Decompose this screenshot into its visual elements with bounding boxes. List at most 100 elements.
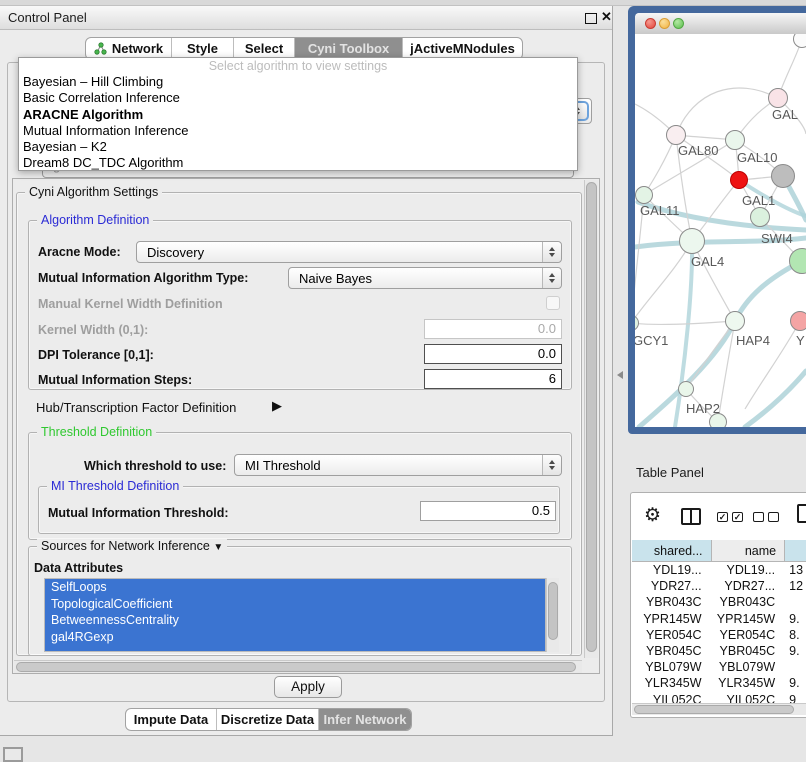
settings-vertical-scrollbar[interactable] xyxy=(584,180,598,658)
data-attribute-item[interactable]: gal4RGexp xyxy=(45,629,545,646)
mi-threshold-definition-title: MI Threshold Definition xyxy=(47,479,183,494)
document-icon[interactable] xyxy=(797,504,806,523)
cyni-bottom-tabs: Impute Data Discretize Data Infer Networ… xyxy=(125,708,412,731)
which-threshold-combo[interactable]: MI Threshold xyxy=(234,454,562,476)
mi-threshold-field[interactable]: 0.5 xyxy=(420,501,556,521)
network-node-gal[interactable] xyxy=(768,88,788,108)
table-row[interactable]: YPR145WYPR145W9. xyxy=(632,611,806,627)
tab-jactivemnodules[interactable]: jActiveMNodules xyxy=(402,38,522,59)
collapse-arrow-icon[interactable]: ▼ xyxy=(213,542,223,553)
aracne-mode-combo[interactable]: Discovery xyxy=(136,241,562,263)
network-node-gal11[interactable] xyxy=(635,186,653,204)
combo-stepper[interactable] xyxy=(542,268,561,288)
data-attribute-item[interactable]: SelfLoops xyxy=(45,579,545,596)
network-node[interactable] xyxy=(793,34,806,48)
network-node-hap4[interactable] xyxy=(725,311,745,331)
settings-horizontal-scrollbar[interactable] xyxy=(14,660,582,673)
table-cell: YBR043C xyxy=(632,594,712,610)
vertical-scrollbar-thumb[interactable] xyxy=(586,182,597,652)
network-node[interactable] xyxy=(709,413,727,427)
manual-kernel-label: Manual Kernel Width Definition xyxy=(38,298,223,311)
data-attribute-item[interactable]: TopologicalCoefficient xyxy=(45,596,545,613)
table-row[interactable]: YDL19...YDL19...13 xyxy=(632,562,806,578)
tab-impute-data[interactable]: Impute Data xyxy=(126,709,216,730)
close-icon[interactable]: ✕ xyxy=(601,10,612,23)
desktop: Control Panel ✕ Network Style Select Cyn… xyxy=(0,0,806,762)
node-label: GAL4 xyxy=(691,255,724,268)
table-cell: YLR345W xyxy=(632,675,712,691)
tab-style[interactable]: Style xyxy=(171,38,233,59)
column-header[interactable] xyxy=(785,540,806,561)
table-horizontal-scrollbar[interactable] xyxy=(632,703,806,715)
control-panel-titlebar[interactable] xyxy=(0,6,612,30)
attributes-list-scrollbar[interactable] xyxy=(546,578,559,652)
expand-arrow-icon[interactable]: ▶ xyxy=(272,398,282,414)
table-cell: YDL19... xyxy=(712,562,786,578)
deselect-all-checkboxes-icon[interactable] xyxy=(753,512,779,522)
network-node-swi4[interactable] xyxy=(750,207,770,227)
network-node-gcy1[interactable] xyxy=(635,315,639,331)
dpi-tolerance-field[interactable]: 0.0 xyxy=(424,344,562,364)
network-view-window[interactable]: GALGAL80GAL10GAL1GAL11SWI4GAL4GCY1HAP4YH… xyxy=(628,6,806,434)
node-table: shared...name YDL19...YDL19...13YDR27...… xyxy=(632,540,806,708)
network-node-gal10[interactable] xyxy=(725,130,745,150)
table-row[interactable]: YLR345WYLR345W9. xyxy=(632,675,806,691)
close-traffic-light-icon[interactable] xyxy=(645,18,656,29)
combo-stepper[interactable] xyxy=(542,242,561,262)
column-header[interactable]: shared... xyxy=(632,540,712,561)
table-row[interactable]: YBL079WYBL079W xyxy=(632,659,806,675)
node-label: Y xyxy=(796,334,805,347)
minimize-traffic-light-icon[interactable] xyxy=(659,18,670,29)
combo-stepper[interactable] xyxy=(542,455,561,475)
tab-network[interactable]: Network xyxy=(86,38,171,59)
network-node[interactable] xyxy=(771,164,795,188)
table-cell: YER054C xyxy=(712,627,786,643)
network-canvas[interactable]: GALGAL80GAL10GAL1GAL11SWI4GAL4GCY1HAP4YH… xyxy=(635,34,806,427)
tab-discretize-data[interactable]: Discretize Data xyxy=(216,709,318,730)
network-node-hap2[interactable] xyxy=(678,381,694,397)
split-columns-icon[interactable] xyxy=(681,508,701,525)
mi-steps-field[interactable]: 6 xyxy=(424,369,562,389)
hub-definition-label[interactable]: Hub/Transcription Factor Definition xyxy=(36,401,236,414)
algorithm-option[interactable]: Dream8 DC_TDC Algorithm xyxy=(19,155,577,171)
panel-collapse-arrow[interactable] xyxy=(617,371,623,379)
horizontal-scrollbar-thumb[interactable] xyxy=(16,662,576,672)
network-node[interactable] xyxy=(789,248,806,274)
algorithm-option[interactable]: ARACNE Algorithm xyxy=(19,107,577,123)
apply-button[interactable]: Apply xyxy=(274,676,342,698)
zoom-traffic-light-icon[interactable] xyxy=(673,18,684,29)
manual-kernel-checkbox[interactable] xyxy=(546,296,560,310)
network-node-gal4[interactable] xyxy=(679,228,705,254)
table-scrollbar-thumb[interactable] xyxy=(634,705,794,714)
network-node-gal1[interactable] xyxy=(730,171,748,189)
algorithm-option[interactable]: Mutual Information Inference xyxy=(19,123,577,139)
tab-select[interactable]: Select xyxy=(233,38,294,59)
algorithm-option[interactable]: Bayesian – K2 xyxy=(19,139,577,155)
which-threshold-label: Which threshold to use: xyxy=(84,460,226,473)
node-label: GAL10 xyxy=(737,151,777,164)
table-row[interactable]: YBR043CYBR043C xyxy=(632,594,806,610)
tab-infer-network[interactable]: Infer Network xyxy=(318,709,411,730)
data-attributes-list[interactable]: SelfLoopsTopologicalCoefficientBetweenne… xyxy=(44,578,546,652)
network-window-titlebar[interactable] xyxy=(635,13,806,35)
data-attribute-item[interactable]: BetweennessCentrality xyxy=(45,612,545,629)
column-header[interactable]: name xyxy=(712,540,786,561)
data-attribute-item-partial[interactable] xyxy=(45,645,545,652)
table-row[interactable]: YER054CYER054C8. xyxy=(632,627,806,643)
algorithm-option[interactable]: Bayesian – Hill Climbing xyxy=(19,74,577,90)
table-row[interactable]: YBR045CYBR045C9. xyxy=(632,643,806,659)
algorithm-option[interactable]: Basic Correlation Inference xyxy=(19,90,577,106)
float-window-icon[interactable] xyxy=(585,13,597,24)
aracne-mode-label: Aracne Mode: xyxy=(38,246,121,259)
threshold-definition-title: Threshold Definition xyxy=(37,425,156,440)
network-node-y[interactable] xyxy=(790,311,806,331)
kernel-width-field[interactable]: 0.0 xyxy=(424,319,562,339)
network-node-gal80[interactable] xyxy=(666,125,686,145)
floating-panel-icon[interactable] xyxy=(3,747,23,762)
mi-type-combo[interactable]: Naive Bayes xyxy=(288,267,562,289)
settings-gear-icon[interactable]: ⚙ xyxy=(644,506,661,525)
attributes-scrollbar-thumb[interactable] xyxy=(548,582,558,640)
table-row[interactable]: YDR27...YDR27...12 xyxy=(632,578,806,594)
select-all-checkboxes-icon[interactable]: ✓✓ xyxy=(717,512,743,522)
tab-cyni-toolbox[interactable]: Cyni Toolbox xyxy=(294,38,402,59)
